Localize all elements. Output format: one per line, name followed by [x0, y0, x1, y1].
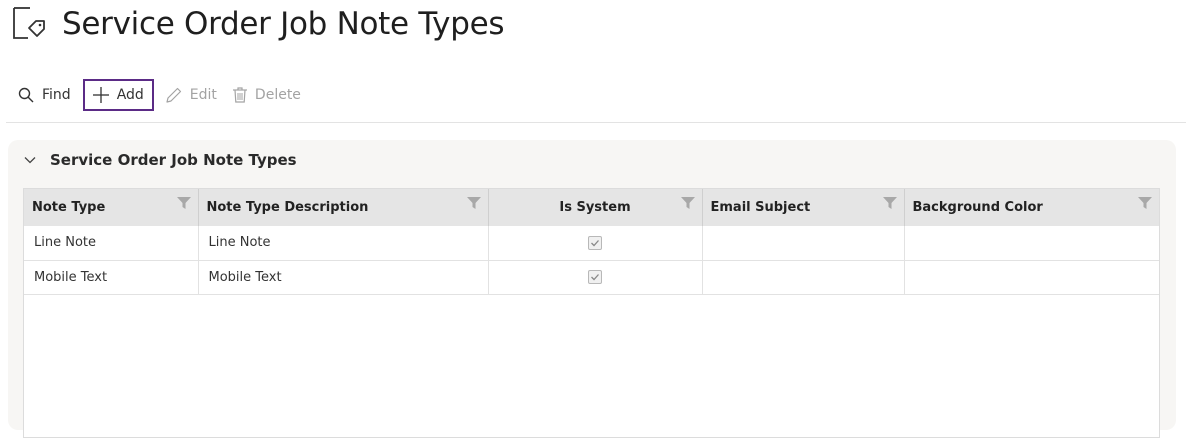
cell-is-system[interactable]: [488, 260, 703, 295]
panel-header[interactable]: Service Order Job Note Types: [24, 150, 297, 170]
column-label: Email Subject: [710, 200, 811, 215]
edit-label: Edit: [189, 87, 217, 103]
search-icon: [18, 87, 34, 103]
add-button[interactable]: Add: [82, 79, 154, 111]
is-system-checkbox[interactable]: [588, 270, 602, 284]
cell-note-type[interactable]: Line Note: [24, 226, 199, 261]
toolbar: Find Add Edit Delete: [10, 78, 309, 112]
filter-icon[interactable]: [882, 196, 897, 210]
find-button[interactable]: Find: [10, 79, 79, 111]
column-header-background-color[interactable]: Background Color: [904, 189, 1159, 226]
filter-icon[interactable]: [1138, 196, 1152, 210]
column-header-note-type[interactable]: Note Type: [24, 189, 199, 226]
cell-email-subject[interactable]: [702, 260, 905, 295]
delete-button[interactable]: Delete: [225, 79, 309, 111]
column-label: Note Type: [32, 200, 106, 215]
edit-button[interactable]: Edit: [158, 79, 225, 111]
cell-background-color[interactable]: [904, 260, 1159, 295]
cell-is-system[interactable]: [488, 226, 703, 261]
column-label: Note Type Description: [206, 200, 369, 215]
checkmark-icon: [591, 239, 599, 247]
cell-note-type[interactable]: Mobile Text: [24, 260, 199, 295]
column-header-is-system[interactable]: Is System: [488, 189, 703, 226]
table-header-row: Note Type Note Type Description Is Syste…: [24, 189, 1159, 226]
cell-description[interactable]: Mobile Text: [198, 260, 489, 295]
page-title: Service Order Job Note Types: [62, 6, 505, 42]
column-header-email-subject[interactable]: Email Subject: [702, 189, 905, 226]
note-types-panel: Service Order Job Note Types Note Type N…: [8, 140, 1176, 438]
table-row[interactable]: Mobile Text Mobile Text: [24, 260, 1159, 295]
find-label: Find: [42, 87, 71, 103]
cell-email-subject[interactable]: [702, 226, 905, 261]
cell-background-color[interactable]: [904, 226, 1159, 261]
filter-icon[interactable]: [680, 196, 695, 210]
trash-icon: [232, 87, 247, 103]
column-header-note-type-description[interactable]: Note Type Description: [198, 189, 489, 226]
pencil-icon: [166, 87, 181, 103]
filter-icon[interactable]: [176, 196, 191, 210]
panel-title: Service Order Job Note Types: [50, 151, 297, 169]
toolbar-divider: [6, 122, 1186, 123]
is-system-checkbox[interactable]: [588, 235, 602, 250]
document-tag-icon: [13, 7, 45, 39]
table-row[interactable]: Line Note Line Note: [24, 226, 1159, 261]
plus-icon: [92, 87, 109, 103]
column-label: Background Color: [912, 200, 1043, 215]
note-types-table: Note Type Note Type Description Is Syste…: [24, 189, 1159, 295]
add-label: Add: [116, 87, 144, 103]
column-label: Is System: [559, 200, 631, 215]
page-header: Service Order Job Note Types: [12, 6, 505, 42]
filter-icon[interactable]: [466, 196, 481, 210]
checkmark-icon: [591, 274, 599, 281]
delete-label: Delete: [254, 87, 301, 103]
chevron-down-icon[interactable]: [24, 156, 36, 164]
cell-description[interactable]: Line Note: [198, 226, 489, 261]
note-types-grid: Note Type Note Type Description Is Syste…: [23, 188, 1160, 438]
